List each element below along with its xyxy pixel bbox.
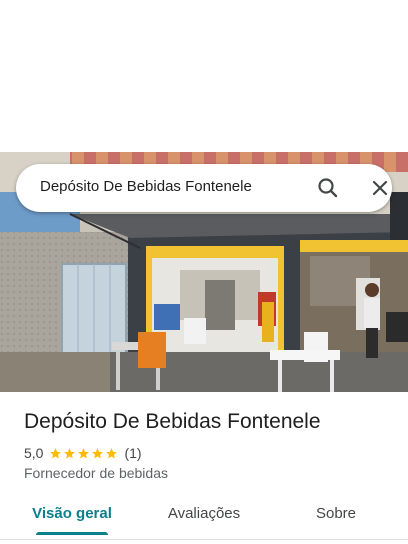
rating-stars [49,447,118,460]
review-count[interactable]: (1) [124,445,141,461]
place-title: Depósito De Bebidas Fontenele [24,410,321,433]
star-icon [78,447,90,458]
star-icon [50,447,62,458]
rating-value: 5,0 [24,445,44,461]
tab-reviews[interactable]: Avaliações [156,496,252,534]
tab-overview[interactable]: Visão geral [24,496,120,534]
star-icon [64,447,76,458]
close-icon [372,180,388,196]
active-tab-indicator [36,532,108,535]
rating-row[interactable]: 5,0 (1) [24,444,142,462]
search-button[interactable] [314,174,342,202]
star-icon [106,447,118,458]
tabs-divider [0,539,408,540]
search-icon [318,178,338,198]
close-button[interactable] [366,174,394,202]
star-icon [92,447,104,458]
place-tabs: Visão geral Avaliações Sobre [0,496,408,536]
map-blank-area [0,0,408,152]
search-bar[interactable]: Depósito De Bebidas Fontenele [16,164,392,212]
place-category: Fornecedor de bebidas [24,465,168,481]
search-input[interactable]: Depósito De Bebidas Fontenele [40,178,300,195]
tab-about[interactable]: Sobre [288,496,384,534]
